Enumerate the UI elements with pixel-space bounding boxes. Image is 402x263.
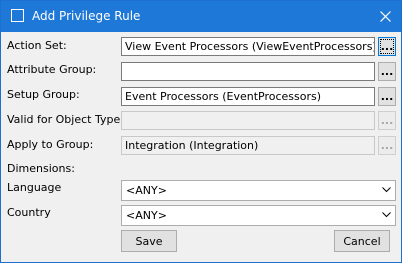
chevron-down-icon bbox=[382, 212, 391, 218]
cancel-button[interactable]: Cancel bbox=[334, 230, 390, 252]
window-icon bbox=[11, 9, 24, 22]
valid-for-object-type-browse-button: ... bbox=[378, 111, 396, 130]
action-set-field[interactable]: View Event Processors (ViewEventProcesso… bbox=[121, 37, 375, 56]
valid-for-object-type-label: Valid for Object Type: bbox=[7, 113, 124, 126]
action-set-label: Action Set: bbox=[7, 39, 67, 52]
language-dropdown[interactable]: <ANY> bbox=[121, 180, 396, 201]
apply-to-group-browse-button: ... bbox=[378, 136, 396, 155]
setup-group-field[interactable]: Event Processors (EventProcessors) bbox=[121, 87, 375, 106]
attribute-group-label: Attribute Group: bbox=[7, 63, 97, 76]
attribute-group-field[interactable] bbox=[121, 62, 375, 81]
valid-for-object-type-field bbox=[121, 111, 375, 130]
dimensions-label: Dimensions: bbox=[7, 162, 75, 175]
apply-to-group-label: Apply to Group: bbox=[7, 138, 94, 151]
chevron-down-icon bbox=[382, 187, 391, 193]
country-label: Country bbox=[7, 206, 51, 219]
save-button[interactable]: Save bbox=[121, 230, 177, 252]
close-icon bbox=[379, 11, 391, 22]
country-dropdown[interactable]: <ANY> bbox=[121, 205, 396, 226]
country-value: <ANY> bbox=[126, 209, 167, 222]
apply-to-group-field: Integration (Integration) bbox=[121, 136, 375, 155]
attribute-group-browse-button[interactable]: ... bbox=[378, 62, 396, 81]
title-bar: Add Privilege Rule bbox=[1, 1, 401, 32]
window-title: Add Privilege Rule bbox=[32, 9, 141, 23]
action-set-browse-button[interactable]: ... bbox=[378, 37, 396, 56]
setup-group-label: Setup Group: bbox=[7, 88, 80, 101]
close-button[interactable] bbox=[369, 1, 401, 32]
dialog-window: Add Privilege Rule Action Set: View Even… bbox=[0, 0, 402, 263]
language-label: Language bbox=[7, 181, 62, 194]
language-value: <ANY> bbox=[126, 184, 167, 197]
setup-group-browse-button[interactable]: ... bbox=[378, 87, 396, 106]
